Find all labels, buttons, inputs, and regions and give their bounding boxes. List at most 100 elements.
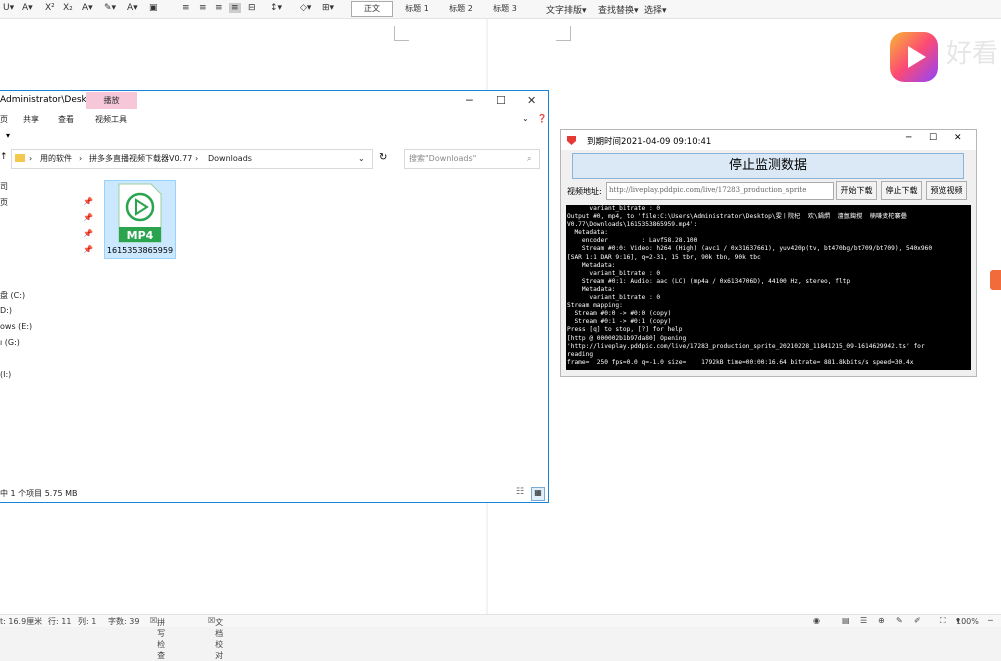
file-type-badge: MP4: [126, 229, 154, 242]
refresh-icon[interactable]: ↻: [379, 152, 387, 163]
outline-view-icon[interactable]: ☰: [860, 616, 867, 625]
console-line: Metadata:: [567, 285, 616, 293]
folder-icon: [15, 154, 25, 162]
fit-icon[interactable]: ⛶: [940, 616, 946, 626]
write-mode-icon[interactable]: ✎: [896, 616, 903, 625]
stop-monitor-button[interactable]: 停止监测数据: [572, 153, 964, 179]
haokan-logo: [888, 28, 948, 88]
pin-icon: 📌: [83, 229, 93, 238]
maximize-icon[interactable]: ☐: [496, 94, 506, 107]
breadcrumb-item[interactable]: 拼多多直播视频下载器V0.77: [89, 150, 192, 168]
console-line: Metadata:: [567, 229, 608, 237]
justify-icon[interactable]: ≡: [229, 3, 241, 13]
line-spacing-icon[interactable]: ↕▾: [270, 3, 282, 13]
menu-fragment[interactable]: 页: [0, 114, 8, 125]
console-line: reading: [567, 350, 594, 358]
pen-icon[interactable]: ✐: [914, 616, 921, 625]
nav-fragment[interactable]: 页: [0, 197, 8, 208]
console-line: Stream #0:1: Audio: aac (LC) (mp4a / 0x6…: [567, 277, 851, 285]
menu-share[interactable]: 共享: [23, 114, 39, 125]
breadcrumb-item[interactable]: Downloads: [208, 150, 252, 168]
file-item-mp4[interactable]: MP4 1615353865959: [104, 180, 176, 259]
spell-check-toggle[interactable]: ☒ 拼写检查: [150, 616, 165, 660]
ffmpeg-console-output: variant_bitrate : 0 Output #0, mp4, to '…: [566, 205, 971, 370]
style-normal[interactable]: 正文: [351, 1, 393, 17]
stop-download-button[interactable]: 停止下载: [881, 181, 922, 200]
text-layout-menu[interactable]: 文字排版▾: [546, 3, 587, 16]
console-line: Stream #0:0 -> #0:0 (copy): [567, 310, 672, 318]
align-left-icon[interactable]: ≡: [182, 3, 190, 13]
tab-play[interactable]: 播放: [86, 92, 137, 109]
shading-icon[interactable]: ◇▾: [300, 3, 311, 13]
live-monitor-dialog[interactable]: 到期时间2021-04-09 09:10:41 ─ ☐ ✕ 停止监测数据 视频地…: [560, 129, 977, 377]
align-center-icon[interactable]: ≡: [199, 3, 207, 13]
console-line: V0.77\Downloads\1615353865959.mp4':: [567, 221, 698, 229]
tiles-view-icon[interactable]: ▦: [531, 487, 545, 501]
text-effect-icon[interactable]: A▾: [82, 3, 93, 13]
nav-drive-g[interactable]: ı (G:): [0, 338, 20, 347]
dropdown-icon[interactable]: ⌄: [358, 150, 365, 168]
console-line: variant_bitrate : 0: [567, 294, 661, 302]
page-view-icon[interactable]: ▤: [842, 616, 850, 625]
preview-video-button[interactable]: 预览视频: [926, 181, 967, 200]
ribbon-expand-icon[interactable]: ⌄: [522, 114, 529, 123]
url-label: 视频地址:: [567, 187, 602, 196]
pin-icon: 📌: [83, 213, 93, 222]
word-count[interactable]: 字数: 39: [108, 616, 139, 627]
help-icon[interactable]: ❓: [537, 114, 547, 123]
font-effect-icon[interactable]: A▾: [22, 3, 33, 13]
eye-icon[interactable]: ◉: [813, 616, 820, 625]
align-right-icon[interactable]: ≡: [215, 3, 223, 13]
nav-drive-e[interactable]: ows (E:): [0, 322, 32, 331]
console-line: variant_bitrate : 0: [567, 205, 661, 212]
side-float-icon[interactable]: [990, 270, 1001, 290]
status-text: 中 1 个项目 5.75 MB: [0, 489, 78, 498]
nav-drive-d[interactable]: D:): [0, 306, 12, 315]
style-heading-2[interactable]: 标题 2: [440, 1, 482, 17]
close-icon[interactable]: ✕: [527, 94, 536, 107]
font-color-icon[interactable]: A▾: [127, 3, 138, 13]
details-view-icon[interactable]: ☷: [516, 487, 524, 497]
underline-icon[interactable]: U▾: [3, 3, 14, 13]
address-bar[interactable]: › 用的软件 › 拼多多直播视频下载器V0.77 › Downloads ⌄: [11, 149, 373, 169]
zoom-level[interactable]: 100% ▾: [956, 616, 979, 626]
menu-video-tools[interactable]: 视频工具: [95, 114, 127, 125]
console-line: 'http://liveplay.pddpic.com/live/17283_p…: [567, 342, 925, 350]
web-view-icon[interactable]: ⊕: [878, 616, 885, 625]
minimize-icon[interactable]: ─: [466, 94, 473, 107]
style-heading-1[interactable]: 标题 1: [396, 1, 438, 17]
subscript-icon[interactable]: X₂: [63, 3, 73, 13]
nav-drive-c[interactable]: 盘 (C:): [0, 290, 25, 301]
monitor-titlebar[interactable]: 到期时间2021-04-09 09:10:41 ─ ☐ ✕: [561, 130, 976, 150]
search-input[interactable]: 搜索"Downloads" ⌕: [404, 149, 540, 169]
nav-fragment[interactable]: 司: [0, 181, 8, 192]
breadcrumb-sep-icon: ›: [29, 154, 33, 163]
start-download-button[interactable]: 开始下载: [836, 181, 877, 200]
menu-view[interactable]: 查看: [58, 114, 74, 125]
zoom-out-icon[interactable]: ─: [988, 616, 993, 625]
char-border-icon[interactable]: ▣: [149, 3, 158, 13]
video-url-input[interactable]: http://liveplay.pddpic.com/live/17283_pr…: [606, 182, 834, 200]
highlight-icon[interactable]: ✎▾: [104, 3, 116, 13]
quick-access-chevron-icon[interactable]: ▾: [6, 131, 10, 140]
file-explorer-window[interactable]: Administrator\Deskto... 播放 ─ ☐ ✕ 页 共享 查看…: [0, 90, 549, 503]
console-line: variant_bitrate : 0: [567, 269, 661, 277]
up-arrow-icon[interactable]: ↑: [0, 152, 8, 162]
find-replace-menu[interactable]: 查找替换▾: [598, 3, 639, 16]
explorer-status-bar: 中 1 个项目 5.75 MB ☷ ▦: [0, 487, 548, 502]
proofread-toggle[interactable]: ☒ 文档校对: [208, 616, 223, 660]
style-heading-3[interactable]: 标题 3: [484, 1, 526, 17]
borders-icon[interactable]: ⊞▾: [322, 3, 334, 13]
distributed-icon[interactable]: ⊟: [248, 3, 256, 13]
console-line: Press [q] to stop, [?] for help: [567, 326, 683, 334]
breadcrumb-item[interactable]: 用的软件: [40, 150, 72, 168]
close-icon[interactable]: ✕: [954, 133, 962, 143]
minimize-icon[interactable]: ─: [906, 133, 911, 143]
select-menu[interactable]: 选择▾: [644, 3, 667, 16]
logo-text: 好看: [946, 39, 999, 69]
superscript-icon[interactable]: X²: [45, 3, 55, 13]
search-icon[interactable]: ⌕: [527, 150, 531, 168]
explorer-titlebar[interactable]: Administrator\Deskto... 播放 ─ ☐ ✕: [0, 91, 548, 111]
maximize-icon[interactable]: ☐: [929, 133, 937, 143]
nav-drive-i[interactable]: (I:): [0, 370, 11, 379]
